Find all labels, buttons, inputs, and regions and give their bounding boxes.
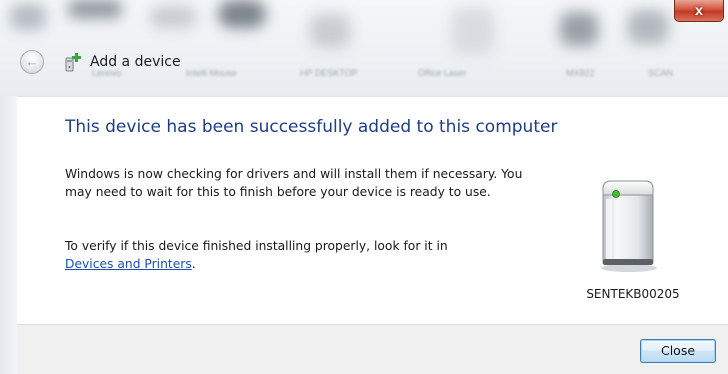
device-name-label: SENTEKB00205 <box>586 287 680 301</box>
close-button[interactable]: Close <box>640 339 716 363</box>
status-led <box>612 190 620 198</box>
content-area: This device has been successfully added … <box>17 96 728 325</box>
window-close-button[interactable]: x <box>674 0 724 22</box>
blurred-thumbnail <box>68 0 122 18</box>
blurred-label: HP DESKTOP <box>300 68 358 78</box>
verify-text-suffix: . <box>191 257 196 271</box>
blurred-label: SCAN <box>648 68 674 78</box>
blurred-label: MX822 <box>566 68 595 78</box>
success-heading: This device has been successfully added … <box>65 117 558 137</box>
blurred-thumbnail <box>218 0 266 28</box>
blurred-thumbnail <box>10 4 46 30</box>
window-title: Add a device <box>90 54 181 70</box>
external-drive-icon <box>601 180 657 272</box>
dialog-footer: Close <box>17 324 728 374</box>
blurred-label: Intelli Mouse <box>186 68 237 78</box>
blurred-thumbnail <box>560 12 598 46</box>
blurred-thumbnail <box>310 14 350 48</box>
back-arrow-icon[interactable]: ← <box>20 50 44 74</box>
verify-text-prefix: To verify if this device finished instal… <box>65 239 448 253</box>
driver-info-text: Windows is now checking for drivers and … <box>65 167 523 199</box>
blurred-thumbnail <box>150 6 196 28</box>
blurred-thumbnail <box>628 10 668 44</box>
add-device-icon <box>65 53 81 72</box>
blurred-thumbnail <box>452 8 494 54</box>
devices-and-printers-link[interactable]: Devices and Printers <box>65 257 192 271</box>
aero-glass-backdrop: Lenovo Intelli Mouse HP DESKTOP Office L… <box>0 0 728 96</box>
blurred-label: Office Laser <box>418 68 467 78</box>
window-left-edge <box>0 96 17 374</box>
verify-text: To verify if this device finished instal… <box>65 237 525 273</box>
